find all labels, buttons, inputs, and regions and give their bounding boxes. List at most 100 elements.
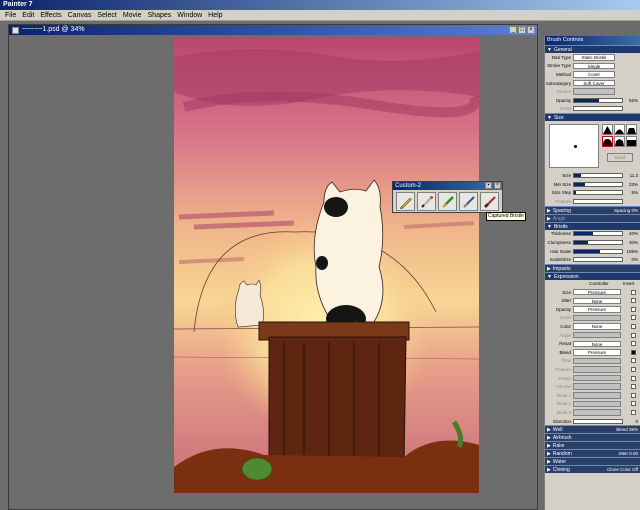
size-step-row: Size Step 5% xyxy=(545,188,640,197)
expression-controller-select[interactable]: Pressure xyxy=(573,349,621,356)
profile-medium-icon[interactable] xyxy=(614,124,625,136)
menu-shapes[interactable]: Shapes xyxy=(145,10,175,21)
opacity-slider[interactable] xyxy=(573,97,623,103)
thickness-slider-fill xyxy=(574,232,594,236)
menu-select[interactable]: Select xyxy=(94,10,119,21)
close-icon[interactable]: × xyxy=(527,26,535,34)
expression-row-label: Feature xyxy=(555,367,571,373)
maximize-icon[interactable]: □ xyxy=(518,26,526,34)
brush-profiles xyxy=(602,124,637,148)
dab-type-select[interactable]: Static Bristle xyxy=(573,54,615,61)
expression-controller-select[interactable]: None xyxy=(573,323,621,330)
expression-controller-select[interactable]: Pressure xyxy=(573,306,621,313)
captured-bristle-brush-icon[interactable] xyxy=(480,192,499,211)
painting-canvas[interactable] xyxy=(174,37,479,493)
opacity-value: 52% xyxy=(628,97,638,103)
invert-checkbox[interactable] xyxy=(631,289,636,295)
pencil-brush-icon[interactable] xyxy=(396,192,415,211)
invert-checkbox[interactable] xyxy=(631,384,636,390)
invert-checkbox[interactable] xyxy=(631,298,636,304)
subcategory-select[interactable]: Soft Cover xyxy=(573,79,615,87)
menu-edit[interactable]: Edit xyxy=(19,10,37,21)
hair-scale-slider[interactable] xyxy=(573,248,623,254)
expression-controller-select[interactable]: Pressure xyxy=(573,288,621,296)
invert-checkbox[interactable] xyxy=(631,315,636,321)
clumpiness-slider[interactable] xyxy=(573,239,623,245)
section-water[interactable]: ▶ Water xyxy=(545,457,640,466)
invert-checkbox[interactable] xyxy=(631,358,636,364)
expression-controller-select[interactable]: None xyxy=(573,297,621,305)
expression-row-book-2: Book 2 xyxy=(545,400,640,409)
invert-checkbox[interactable] xyxy=(631,324,636,330)
invert-checkbox[interactable] xyxy=(631,401,636,407)
build-button[interactable]: Build xyxy=(607,153,633,163)
method-select[interactable]: Cover xyxy=(573,71,615,78)
min-size-value: 23% xyxy=(628,181,638,187)
section-airbrush[interactable]: ▶ Airbrush xyxy=(545,433,640,442)
expression-row-label: Depth xyxy=(558,375,571,381)
menu-canvas[interactable]: Canvas xyxy=(65,10,95,21)
invert-checkbox[interactable] xyxy=(631,410,636,416)
expression-row-label: Book 2 xyxy=(556,401,571,407)
invert-checkbox[interactable] xyxy=(631,341,636,347)
invert-checkbox[interactable] xyxy=(631,375,636,381)
menu-effects[interactable]: Effects xyxy=(37,10,64,21)
invert-checkbox[interactable] xyxy=(631,332,636,338)
section-impasto[interactable]: ▶ Impasto xyxy=(545,263,640,272)
min-size-slider[interactable] xyxy=(573,181,623,187)
profile-1pixel-icon[interactable] xyxy=(626,136,637,148)
painting-cats-sunset xyxy=(174,37,479,493)
size-slider[interactable] xyxy=(573,172,623,178)
source-select xyxy=(573,88,615,95)
section-rake[interactable]: ▶ Rake xyxy=(545,441,640,450)
size-step-slider[interactable] xyxy=(573,190,623,196)
profile-pointed-icon[interactable] xyxy=(602,124,613,136)
thickness-label: Thickness xyxy=(550,231,571,237)
palette-titlebar[interactable]: Custom-2 ▪ × xyxy=(393,182,502,190)
expression-controller-select[interactable]: None xyxy=(573,340,621,348)
method-row: Method Cover xyxy=(545,70,640,79)
expression-controller-select xyxy=(573,400,621,408)
profile-watercolor-icon[interactable] xyxy=(614,136,625,148)
bristle-brush-icon[interactable] xyxy=(459,192,478,211)
section-angle[interactable]: ▶ Angle xyxy=(545,213,640,222)
section-cloning[interactable]: ▶ Cloning Clone Color Off xyxy=(545,465,640,474)
section-general[interactable]: ▼ General xyxy=(545,45,640,53)
profile-linear-icon[interactable] xyxy=(626,124,637,136)
section-well[interactable]: ▶ Well Bleed 38% xyxy=(545,425,640,434)
custom-brush-palette[interactable]: Custom-2 ▪ × xyxy=(392,181,503,213)
palette-menu-icon[interactable]: ▪ xyxy=(485,182,492,189)
source-label: Source xyxy=(556,89,571,95)
menu-window[interactable]: Window xyxy=(174,10,205,21)
minimize-icon[interactable]: _ xyxy=(509,26,517,34)
expression-rows: Size Pressure Jitter None Opacity Pressure Gra… xyxy=(545,288,640,417)
thickness-slider[interactable] xyxy=(573,231,623,237)
brush-tooltip: Captured Bristle xyxy=(486,212,526,221)
oil-brush-icon[interactable] xyxy=(438,192,457,211)
stroke-type-select[interactable]: Single xyxy=(573,62,615,70)
menu-help[interactable]: Help xyxy=(205,10,225,21)
section-spacing[interactable]: ▶ Spacing Spacing 0% xyxy=(545,205,640,214)
invert-checkbox[interactable] xyxy=(631,367,636,373)
expression-row-label: Resat xyxy=(559,341,571,347)
section-bristle[interactable]: ▼ Bristle xyxy=(545,221,640,230)
invert-checkbox[interactable] xyxy=(631,392,636,398)
expression-row-label: Volume xyxy=(555,384,571,390)
section-size[interactable]: ▼ Size xyxy=(545,113,640,122)
airbrush-brush-icon[interactable] xyxy=(417,192,436,211)
menu-movie[interactable]: Movie xyxy=(120,10,145,21)
profile-dull-icon[interactable] xyxy=(602,136,613,148)
scale-size-slider[interactable] xyxy=(573,257,623,263)
section-expression[interactable]: ▼ Expression xyxy=(545,271,640,280)
hair-scale-slider-fill xyxy=(574,249,601,253)
invert-checkbox[interactable] xyxy=(631,306,636,312)
clumpiness-value: 30% xyxy=(628,239,638,245)
menu-file[interactable]: File xyxy=(2,10,19,21)
document-titlebar[interactable]: ~~~~~1.psd @ 34% _ □ × xyxy=(9,25,537,35)
invert-checkbox[interactable] xyxy=(631,349,636,355)
palette-close-icon[interactable]: × xyxy=(494,182,501,189)
hair-scale-label: Hair Scale xyxy=(550,248,571,254)
direction-slider[interactable] xyxy=(573,418,623,424)
section-random[interactable]: ▶ Random Jitter 0.00 xyxy=(545,449,640,458)
brush-controls-title[interactable]: Brush Controls xyxy=(545,36,640,45)
